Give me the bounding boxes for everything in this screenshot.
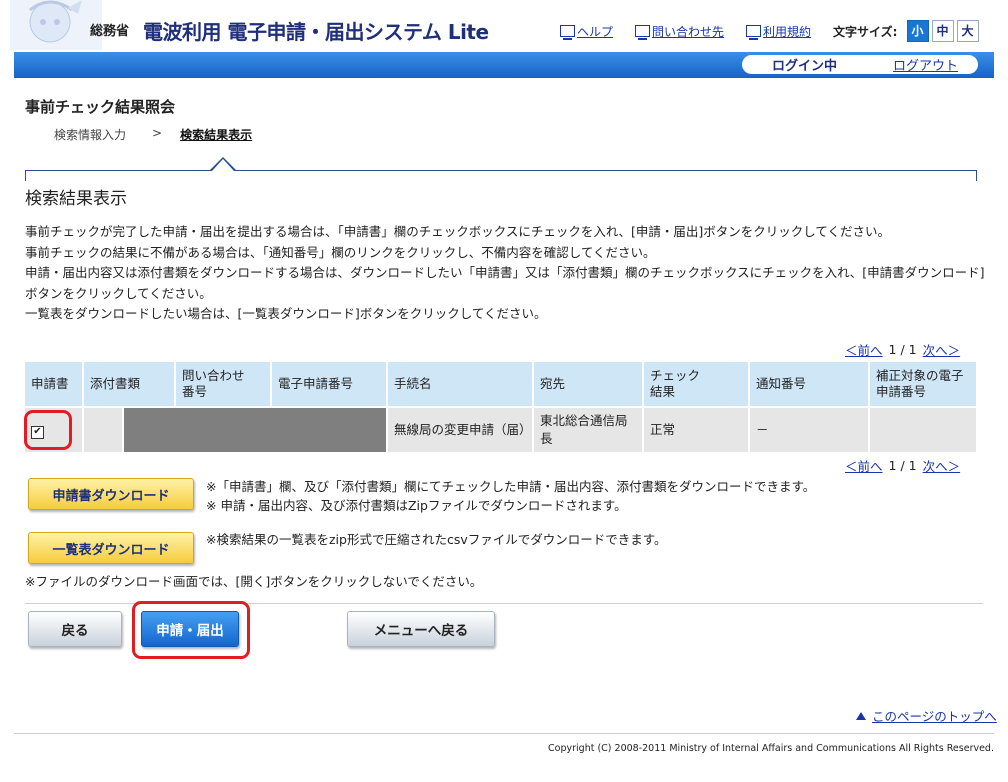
back-button[interactable]: 戻る: [28, 611, 122, 647]
col-procedure: 手続名: [387, 362, 535, 408]
agency-name: 総務省: [90, 24, 130, 39]
logout-link[interactable]: ログアウト: [893, 55, 958, 74]
next-page-link[interactable]: 次へ＞: [923, 456, 961, 475]
table-row: ✔ 無線局の変更申請（届） 東北総合通信局長 正常 －: [25, 407, 978, 452]
col-attachment: 添付書類: [83, 362, 177, 408]
instructions: 事前チェックが完了した申請・届出を提出する場合は、「申請書」欄のチェックボックス…: [25, 222, 985, 325]
page-count: 1 / 1: [888, 458, 917, 473]
page-title: 事前チェック結果照会: [25, 98, 176, 116]
instruction-line: 申請・届出内容又は添付書類をダウンロードする場合は、ダウンロードしたい「申請書」…: [25, 265, 985, 280]
terms-link[interactable]: 利用規約: [746, 23, 811, 40]
back-to-menu-button[interactable]: メニューへ戻る: [347, 611, 495, 647]
submit-highlight: [132, 601, 250, 659]
site-header: 総務省 電波利用 電子申請・届出システム Lite ヘルプ 問い合わせ先 利用規…: [0, 0, 1008, 52]
header-links: ヘルプ 問い合わせ先 利用規約 文字サイズ: 小 中 大: [560, 20, 979, 42]
section-frame: [25, 170, 977, 181]
application-download-note-1: ※「申請書」欄、及び「添付書類」欄にてチェックした申請・届出内容、添付書類をダウ…: [206, 479, 816, 494]
application-download-note-2: ※ 申請・届出内容、及び添付書類はZipファイルでダウンロードされます。: [206, 498, 627, 513]
list-download-button[interactable]: 一覧表ダウンロード: [28, 532, 194, 564]
prev-page-link[interactable]: ＜前へ: [845, 456, 883, 475]
nav-bar: ログイン中 ログアウト: [14, 52, 994, 78]
application-download-button[interactable]: 申請書ダウンロード: [28, 478, 194, 510]
col-notice-no: 通知番号: [749, 362, 871, 408]
pager-bottom: ＜前へ 1 / 1 次へ＞: [845, 456, 960, 475]
correction-no-cell: [869, 407, 978, 452]
prev-page-link[interactable]: ＜前へ: [845, 340, 883, 359]
col-e-application-no: 電子申請番号: [271, 362, 389, 408]
notice-no-cell: －: [749, 407, 871, 452]
file-download-warning: ※ファイルのダウンロード画面では、[開く]ボタンをクリックしないでください。: [25, 574, 483, 589]
list-download-note: ※検索結果の一覧表をzip形式で圧縮されたcsvファイルでダウンロードできます。: [206, 532, 667, 547]
attachment-cell: [83, 407, 124, 452]
contact-link[interactable]: 問い合わせ先: [635, 23, 724, 40]
pager-top: ＜前へ 1 / 1 次へ＞: [845, 340, 960, 359]
system-title: 電波利用 電子申請・届出システム Lite: [143, 20, 489, 44]
page-top-link[interactable]: このページのトップへ: [872, 706, 997, 725]
col-inquiry-no: 問い合わせ 番号: [175, 362, 273, 408]
copyright: Copyright (C) 2008-2011 Ministry of Inte…: [548, 743, 994, 754]
destination-cell: 東北総合通信局長: [533, 407, 645, 452]
footer-divider: [14, 733, 994, 734]
col-check-result: チェック 結果: [643, 362, 751, 408]
next-page-link[interactable]: 次へ＞: [923, 340, 961, 359]
breadcrumb: 検索情報入力 > 検索結果表示: [54, 126, 252, 143]
instruction-line: 事前チェックが完了した申請・届出を提出する場合は、「申請書」欄のチェックボックス…: [25, 224, 891, 239]
window-icon: [635, 25, 651, 40]
table-header-row: 申請書 添付書類 問い合わせ 番号 電子申請番号 手続名 宛先 チェック 結果 …: [25, 362, 978, 408]
page-count: 1 / 1: [888, 342, 917, 357]
results-table: 申請書 添付書類 問い合わせ 番号 電子申請番号 手続名 宛先 チェック 結果 …: [25, 362, 978, 452]
instruction-line: 一覧表をダウンロードしたい場合は、[一覧表ダウンロード]ボタンをクリックしてくだ…: [25, 306, 547, 321]
window-icon: [746, 25, 762, 40]
font-size-small-button[interactable]: 小: [906, 20, 929, 42]
login-status: ログイン中: [772, 59, 838, 74]
checkbox-highlight: [24, 410, 72, 450]
font-size-medium-button[interactable]: 中: [931, 20, 954, 42]
col-application: 申請書: [25, 362, 84, 408]
breadcrumb-step-results: 検索結果表示: [180, 128, 253, 142]
breadcrumb-step-search-input: 検索情報入力: [54, 128, 127, 142]
help-link[interactable]: ヘルプ: [560, 23, 613, 40]
col-destination: 宛先: [533, 362, 645, 408]
instruction-line: ボタンをクリックしてください。: [25, 285, 212, 301]
masked-cell: [123, 407, 389, 452]
font-size-large-button[interactable]: 大: [956, 20, 979, 42]
window-icon: [560, 25, 575, 40]
check-result-cell: 正常: [643, 407, 751, 452]
col-correction-no: 補正対象の電子 申請番号: [869, 362, 978, 408]
section-title: 検索結果表示: [25, 189, 127, 209]
instruction-line: 事前チェックの結果に不備がある場合は、「通知番号」欄のリンクをクリックし、不備内…: [25, 244, 656, 260]
breadcrumb-separator: >: [152, 126, 163, 140]
page-top-link-wrap: このページのトップへ: [856, 706, 997, 725]
up-triangle-icon: [856, 711, 866, 720]
login-status-pill: ログイン中 ログアウト: [742, 55, 978, 74]
procedure-cell: 無線局の変更申請（届）: [387, 407, 535, 452]
font-size-label: 文字サイズ:: [833, 24, 898, 39]
mascot-logo-icon: [10, 0, 102, 50]
